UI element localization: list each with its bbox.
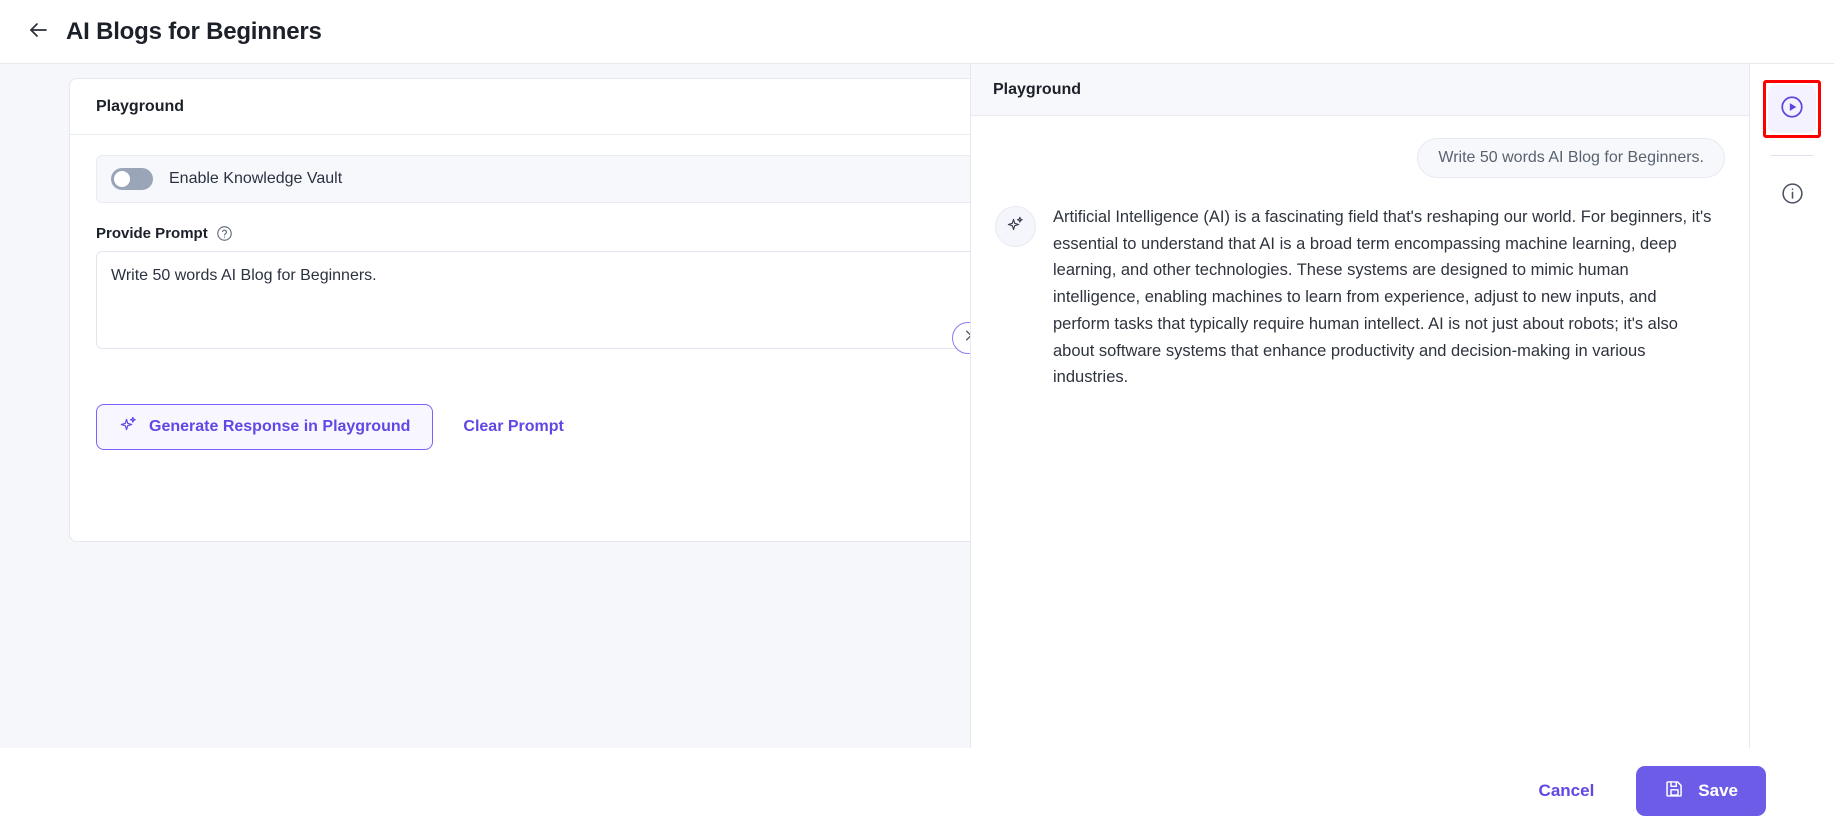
play-circle-icon bbox=[1779, 94, 1805, 125]
playground-card-title: Playground bbox=[96, 97, 185, 115]
cancel-button[interactable]: Cancel bbox=[1525, 771, 1609, 811]
footer-bar: Cancel Save bbox=[0, 748, 1834, 833]
page-title: AI Blogs for Beginners bbox=[66, 17, 322, 45]
knowledge-vault-toggle[interactable] bbox=[111, 168, 153, 190]
playground-card: Playground Enable Knowledge Vault Provid… bbox=[69, 78, 970, 542]
sparkle-icon bbox=[119, 415, 138, 439]
prompt-label: Provide Prompt bbox=[96, 225, 208, 242]
highlight-box bbox=[1763, 80, 1821, 138]
top-bar: AI Blogs for Beginners bbox=[0, 0, 1834, 64]
playground-card-header: Playground bbox=[70, 79, 970, 135]
left-panel: Playground Enable Knowledge Vault Provid… bbox=[0, 64, 970, 748]
arrow-left-icon bbox=[26, 18, 50, 45]
rail-item-playground[interactable] bbox=[1768, 85, 1816, 133]
assistant-avatar bbox=[995, 206, 1036, 247]
question-circle-icon[interactable] bbox=[216, 225, 233, 242]
sparkle-icon bbox=[1006, 215, 1025, 239]
save-label: Save bbox=[1698, 780, 1738, 800]
generate-response-label: Generate Response in Playground bbox=[149, 418, 411, 435]
assistant-message-text: Artificial Intelligence (AI) is a fascin… bbox=[1053, 208, 1712, 387]
right-icon-rail bbox=[1750, 64, 1834, 748]
prompt-action-row: Generate Response in Playground Clear Pr… bbox=[96, 404, 970, 450]
save-disk-icon bbox=[1664, 778, 1685, 804]
knowledge-vault-label: Enable Knowledge Vault bbox=[169, 170, 343, 187]
playground-card-body: Enable Knowledge Vault Provide Prompt Wr… bbox=[70, 135, 970, 484]
back-button[interactable] bbox=[20, 14, 56, 50]
knowledge-vault-row: Enable Knowledge Vault bbox=[96, 155, 970, 203]
rail-item-info[interactable] bbox=[1768, 172, 1816, 220]
save-button[interactable]: Save bbox=[1636, 765, 1766, 816]
prompt-input[interactable] bbox=[96, 251, 970, 349]
info-circle-icon bbox=[1780, 181, 1805, 211]
right-panel-header: Playground bbox=[971, 64, 1749, 116]
body-region: Playground Enable Knowledge Vault Provid… bbox=[0, 64, 1834, 748]
app-root: AI Blogs for Beginners Playground Enable… bbox=[0, 0, 1834, 833]
chat-area: Write 50 words AI Blog for Beginners. Ar… bbox=[971, 116, 1749, 748]
rail-divider bbox=[1770, 155, 1814, 156]
toggle-knob bbox=[114, 171, 130, 187]
right-panel-title: Playground bbox=[993, 80, 1082, 98]
generate-response-button[interactable]: Generate Response in Playground bbox=[96, 404, 434, 450]
chevron-right-icon bbox=[961, 328, 970, 348]
prompt-label-row: Provide Prompt bbox=[96, 225, 970, 242]
assistant-message-row: Artificial Intelligence (AI) is a fascin… bbox=[995, 204, 1725, 391]
user-message-row: Write 50 words AI Blog for Beginners. bbox=[995, 138, 1725, 178]
right-playground-panel: Playground Write 50 words AI Blog for Be… bbox=[970, 64, 1750, 748]
user-message-bubble: Write 50 words AI Blog for Beginners. bbox=[1417, 138, 1725, 178]
clear-prompt-button[interactable]: Clear Prompt bbox=[447, 404, 579, 450]
